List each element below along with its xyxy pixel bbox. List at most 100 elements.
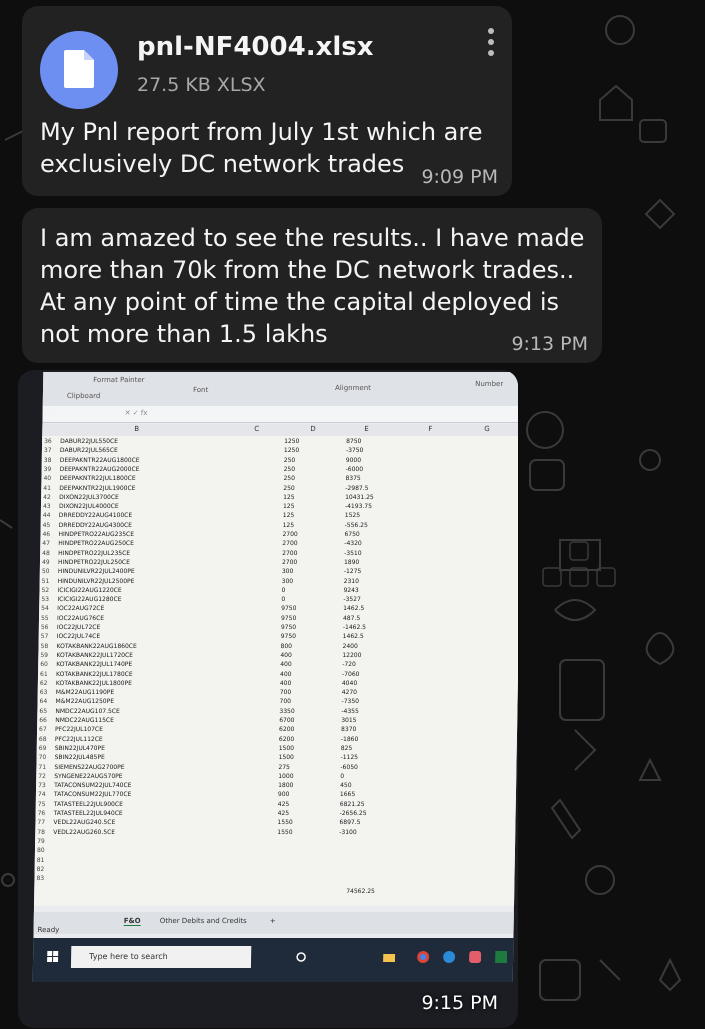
pnl-cell: -1462.5	[342, 624, 367, 631]
add-sheet-button[interactable]: +	[270, 917, 276, 925]
sheet-tab-other-debits[interactable]: Other Debits and Credits	[160, 917, 247, 925]
more-options-icon[interactable]	[488, 28, 496, 61]
windows-start-icon[interactable]	[47, 951, 59, 963]
table-row[interactable]: 82	[35, 866, 515, 874]
table-row[interactable]: 56 IOC22JUL72CE 9750 -1462.5	[39, 624, 518, 632]
table-row[interactable]: 61 KOTAKBANK22JUL1780CE 400 -7060	[38, 671, 518, 679]
col-f: F	[428, 425, 433, 433]
excel-icon[interactable]	[495, 951, 508, 963]
col-d: D	[310, 425, 316, 433]
taskbar-search[interactable]: Type here to search	[70, 946, 252, 968]
table-row[interactable]: 55 IOC22AUG76CE 9750 487.5	[39, 615, 518, 623]
pnl-cell: 1462.5	[343, 605, 365, 613]
table-row[interactable]: 37 DABUR22JUL565CE 1250 -3750	[42, 447, 518, 455]
symbol-cell: TATACONSUM22JUL740CE	[54, 782, 132, 790]
file-explorer-icon[interactable]	[383, 951, 396, 963]
row-number: 63	[39, 689, 48, 697]
table-row[interactable]: 58 KOTAKBANK22AUG1860CE 800 2400	[38, 643, 518, 651]
row-number: 75	[37, 800, 46, 808]
table-row[interactable]: 39 DEEPAKNTR22AUG2000CE 250 -6000	[42, 466, 518, 474]
table-row[interactable]: 42 DIXON22JUL3700CE 125 10431.25	[41, 494, 518, 502]
file-name[interactable]: pnl-NF4004.xlsx	[137, 32, 374, 62]
table-row[interactable]: 77 VEDL22AUG240.5CE 1550 6897.5	[35, 819, 515, 827]
table-row[interactable]: 79	[35, 838, 515, 846]
table-row[interactable]: 73 TATACONSUM22JUL740CE 1800 450	[36, 782, 516, 790]
table-row[interactable]: 45 DRREDDY22AUG4300CE 125 -556.25	[41, 522, 518, 530]
table-row[interactable]: 64 M&M22AUG1250PE 700 -7350	[37, 698, 517, 706]
row-number: 79	[37, 837, 45, 845]
table-row[interactable]: 83	[34, 875, 514, 883]
table-row[interactable]: 49 HINDPETRO22JUL250CE 2700 1890	[40, 559, 518, 567]
excel-window: Format Painter Clipboard Font Alignment …	[32, 372, 518, 982]
table-row[interactable]: 54 IOC22AUG72CE 9750 1462.5	[39, 605, 518, 613]
sheet-tab-fo[interactable]: F&O	[123, 917, 141, 926]
table-row[interactable]: 36 DABUR22JUL550CE 1250 8750	[42, 438, 518, 446]
app-icon[interactable]	[469, 951, 482, 963]
table-row[interactable]: 67 PFC22JUL107CE 6200 8370	[37, 726, 517, 734]
table-row[interactable]: 41 DEEPAKNTR22JUL1900CE 250 -2987.5	[41, 485, 518, 493]
font-label: Font	[192, 386, 209, 394]
symbol-cell: TATASTEEL22JUL900CE	[53, 800, 123, 808]
table-row[interactable]: 44 DRREDDY22AUG4100CE 125 1525	[41, 512, 518, 520]
excel-screenshot-photo[interactable]: Format Painter Clipboard Font Alignment …	[18, 370, 518, 1028]
photo-message-bubble[interactable]: Format Painter Clipboard Font Alignment …	[18, 370, 518, 1028]
text-message-bubble[interactable]: I am amazed to see the results.. I have …	[22, 208, 602, 363]
table-row[interactable]: 40 DEEPAKNTR22JUL1800CE 250 8375	[41, 475, 518, 483]
quantity-cell: 250	[283, 475, 295, 483]
table-row[interactable]: 76 TATASTEEL22JUL940CE 425 -2656.25	[36, 810, 516, 818]
document-icon[interactable]	[40, 31, 118, 109]
table-row[interactable]: 47 HINDPETRO22AUG250CE 2700 -4320	[40, 540, 518, 548]
symbol-cell: DRREDDY22AUG4300CE	[58, 521, 133, 529]
table-row[interactable]: 69 SBIN22JUL470PE 1500 825	[37, 745, 517, 753]
pnl-cell: 0	[340, 772, 345, 780]
row-number: 50	[41, 568, 50, 576]
row-number: 45	[42, 521, 51, 529]
table-row[interactable]: 80	[35, 847, 515, 855]
table-row[interactable]: 53 ICICIGI22AUG1280CE 0 -3527	[39, 596, 518, 604]
table-row[interactable]: 74 TATACONSUM22JUL770CE 900 1665	[36, 791, 516, 799]
pnl-cell: 9243	[343, 586, 359, 594]
format-painter-label: Format Painter	[93, 376, 145, 384]
table-row[interactable]: 52 ICICIGI22AUG1220CE 0 9243	[39, 587, 518, 595]
file-message-bubble[interactable]: pnl-NF4004.xlsx 27.5 KB XLSX My Pnl repo…	[22, 6, 512, 196]
symbol-cell: PFC22JUL107CE	[55, 726, 103, 734]
table-row[interactable]: 65 NMDC22AUG107.5CE 3350 -4355	[37, 708, 517, 716]
symbol-cell: HINDPETRO22JUL250CE	[57, 558, 130, 566]
pnl-cell: -4193.75	[344, 503, 373, 511]
table-row[interactable]: 59 KOTAKBANK22JUL1720CE 400 12200	[38, 652, 518, 660]
table-row[interactable]: 62 KOTAKBANK22JUL1800PE 400 4040	[38, 680, 518, 688]
table-row[interactable]: 57 IOC22JUL74CE 9750 1462.5	[39, 633, 518, 641]
symbol-cell: KOTAKBANK22AUG1860CE	[56, 642, 137, 650]
row-number: 47	[42, 540, 51, 548]
table-row[interactable]: 60 KOTAKBANK22JUL1740PE 400 -720	[38, 661, 518, 669]
row-number: 70	[38, 754, 47, 762]
table-row[interactable]: 78 VEDL22AUG260.5CE 1550 -3100	[35, 829, 515, 837]
pnl-cell: 1462.5	[342, 633, 364, 641]
chrome-icon[interactable]	[417, 951, 430, 963]
table-row[interactable]: 72 SYNGENE22AUG570PE 1000 0	[36, 773, 516, 781]
symbol-cell: DABUR22JUL565CE	[59, 447, 118, 455]
message-time: 9:09 PM	[421, 166, 498, 188]
table-row[interactable]: 68 PFC22JUL112CE 6200 -1860	[37, 736, 517, 744]
table-row[interactable]: 46 HINDPETRO22AUG235CE 2700 6750	[40, 531, 518, 539]
table-row[interactable]: 71 SIEMENS22AUG2700PE 275 -6050	[36, 764, 516, 772]
quantity-cell: 400	[279, 679, 292, 687]
table-row[interactable]: 51 HINDUNILVR22JUL2500PE 300 2310	[40, 578, 518, 586]
table-row[interactable]: 63 M&M22AUG1190PE 700 4270	[38, 689, 518, 697]
table-row[interactable]: 48 HINDPETRO22JUL235CE 2700 -3510	[40, 550, 518, 558]
quantity-cell: 9750	[281, 605, 297, 613]
table-row[interactable]: 50 HINDUNILVR22JUL2400PE 300 -1275	[40, 568, 518, 576]
table-row[interactable]: 66 NMDC22AUG115CE 6700 3015	[37, 717, 517, 725]
quantity-cell: 400	[280, 661, 292, 669]
task-view-icon[interactable]	[295, 951, 307, 963]
edge-icon[interactable]	[443, 951, 456, 963]
pnl-total: 74562.25	[346, 888, 375, 895]
quantity-cell: 6700	[279, 717, 295, 724]
table-row[interactable]: 70 SBIN22JUL485PE 1500 -1125	[37, 754, 517, 762]
table-row[interactable]: 38 DEEPAKNTR22AUG1800CE 250 9000	[42, 457, 518, 465]
table-row[interactable]: 81	[35, 857, 515, 865]
row-number: 62	[39, 679, 48, 687]
spreadsheet-grid[interactable]: 74562.25 36 DABUR22JUL550CE 1250 8750 37 DABU…	[34, 436, 518, 906]
table-row[interactable]: 43 DIXON22JUL4000CE 125 -4193.75	[41, 503, 518, 511]
table-row[interactable]: 75 TATASTEEL22JUL900CE 425 6821.25	[36, 801, 516, 809]
